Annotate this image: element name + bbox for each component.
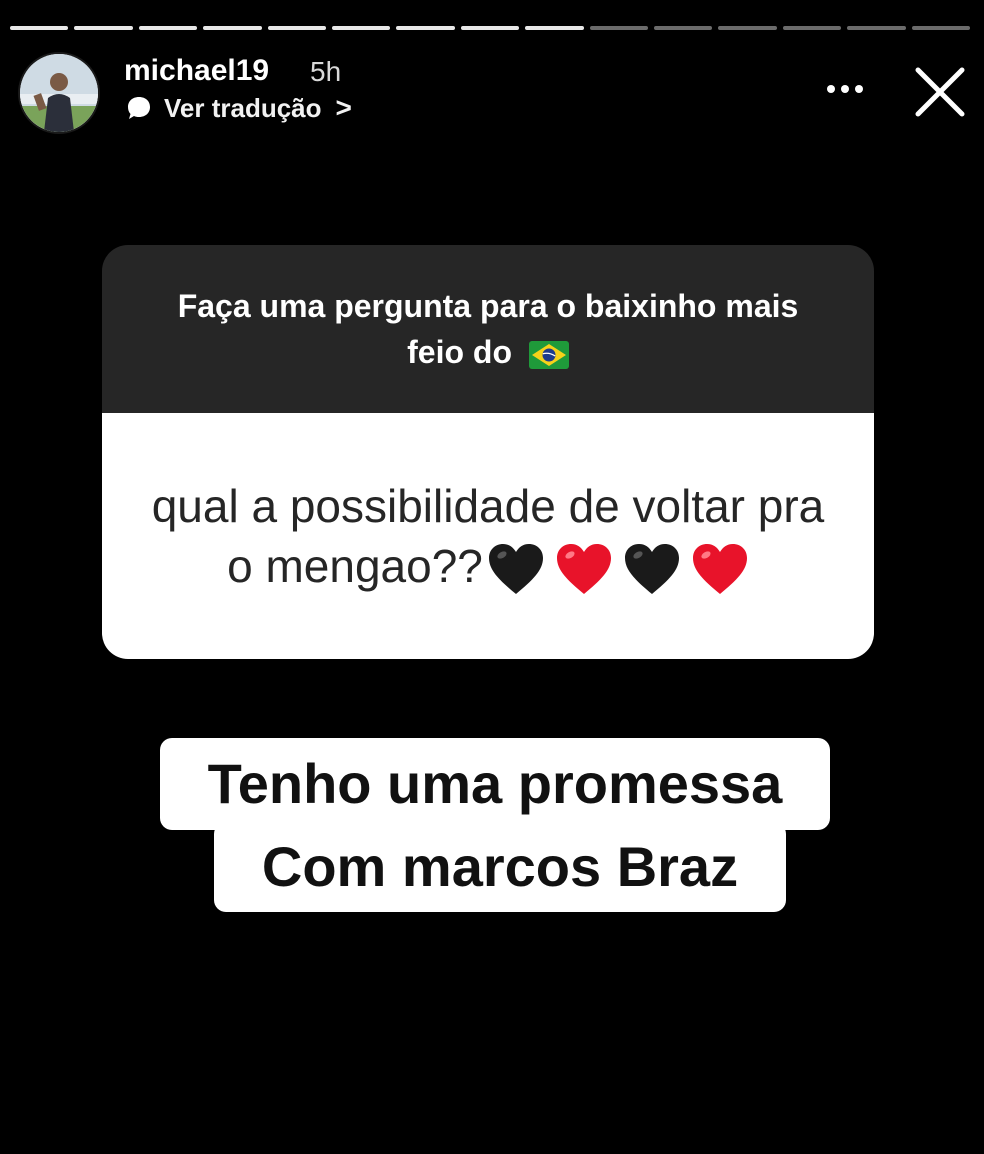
progress-segment [138, 26, 198, 30]
progress-segment [10, 26, 69, 30]
question-sticker: Faça uma pergunta para o baixinho mais f… [102, 245, 874, 659]
more-options-icon[interactable] [820, 76, 870, 102]
post-time: 5h [310, 56, 342, 87]
question-prompt-text: Faça uma pergunta para o baixinho mais f… [177, 288, 799, 370]
reply-text-line-2: Com marcos Braz [214, 822, 786, 912]
chevron-right-icon: > [335, 92, 352, 123]
progress-segment [654, 26, 713, 30]
question-answer: qual a possibilidade de voltar pra o men… [138, 476, 838, 597]
progress-segment [525, 26, 584, 30]
avatar-photo [20, 54, 98, 132]
question-prompt-area: Faça uma pergunta para o baixinho mais f… [102, 245, 874, 413]
question-prompt: Faça uma pergunta para o baixinho mais f… [158, 283, 818, 375]
story-progress-bar [10, 26, 971, 31]
black-heart-icon [488, 544, 543, 595]
progress-segment [396, 26, 455, 30]
progress-segment [267, 26, 327, 30]
progress-segment [203, 26, 262, 30]
red-heart-icon [556, 544, 611, 595]
progress-segment [847, 26, 906, 30]
progress-segment [332, 26, 391, 30]
translate-label: Ver tradução [164, 92, 322, 123]
question-answer-area: qual a possibilidade de voltar pra o men… [102, 413, 874, 659]
progress-segment [718, 26, 777, 30]
username[interactable]: michael19 [124, 54, 269, 88]
avatar[interactable] [18, 52, 100, 134]
black-heart-icon [624, 544, 679, 595]
progress-segment [589, 26, 649, 30]
heart-emojis [487, 542, 749, 596]
progress-segment [74, 26, 133, 30]
speech-bubble-icon [128, 97, 150, 119]
translate-button[interactable]: Ver tradução > [124, 92, 352, 124]
reply-text-line-1: Tenho uma promessa [160, 738, 830, 830]
red-heart-icon [692, 544, 747, 595]
brazil-flag-icon [528, 340, 569, 369]
progress-segment [782, 26, 842, 30]
close-icon[interactable] [910, 64, 970, 120]
progress-segment [911, 26, 971, 30]
progress-segment [460, 26, 520, 30]
